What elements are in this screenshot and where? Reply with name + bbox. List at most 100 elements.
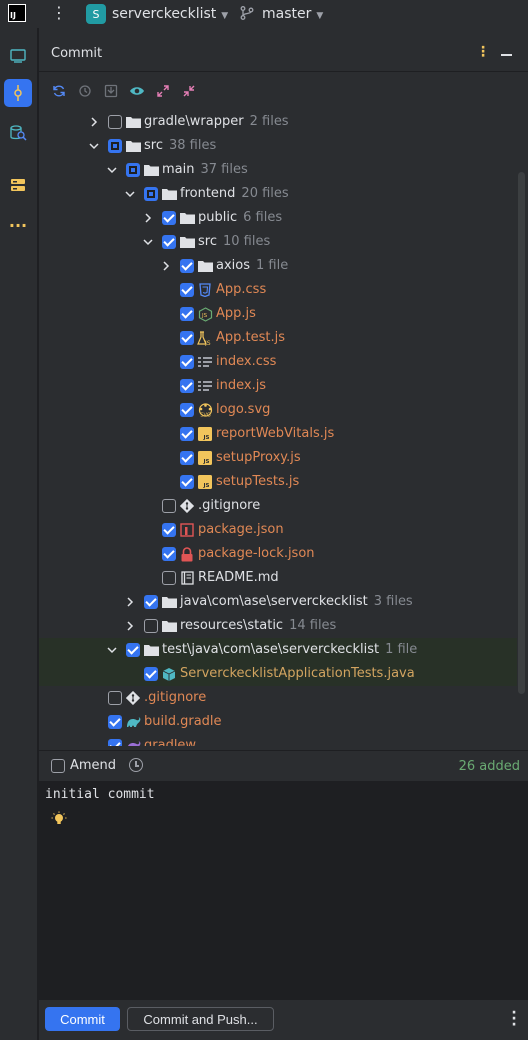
eye-icon[interactable]	[128, 82, 146, 100]
include-checkbox[interactable]	[180, 427, 194, 441]
shelve-icon[interactable]	[102, 82, 120, 100]
commit-button[interactable]: Commit	[45, 1007, 120, 1031]
branch-selector[interactable]: master ▼	[262, 6, 323, 22]
chevron-right-icon[interactable]	[142, 212, 154, 224]
amend-checkbox[interactable]	[51, 759, 65, 773]
tree-row[interactable]: test\java\com\ase\serverckecklist 1 file	[39, 638, 517, 662]
tree-row[interactable]: JS reportWebVitals.js	[39, 422, 517, 446]
tree-row[interactable]: resources\static 14 files	[39, 614, 517, 638]
include-checkbox[interactable]	[180, 259, 194, 273]
expand-all-icon[interactable]	[154, 82, 172, 100]
chevron-right-icon[interactable]	[160, 260, 172, 272]
include-checkbox[interactable]	[180, 475, 194, 489]
include-checkbox[interactable]	[144, 595, 158, 609]
refresh-icon[interactable]	[50, 82, 68, 100]
tree-row[interactable]: package.json	[39, 518, 517, 542]
chevron-down-icon[interactable]	[106, 644, 118, 656]
tree-row[interactable]: frontend 20 files	[39, 182, 517, 206]
include-checkbox[interactable]	[162, 547, 176, 561]
commit-and-push-button[interactable]: Commit and Push...	[127, 1007, 274, 1031]
include-checkbox[interactable]	[180, 451, 194, 465]
include-checkbox[interactable]	[180, 331, 194, 345]
tree-row[interactable]: JS App.js	[39, 302, 517, 326]
file-count: 1 file	[256, 258, 289, 273]
commit-icon[interactable]	[4, 79, 32, 107]
chevron-right-icon[interactable]	[124, 596, 136, 608]
tree-row[interactable]: src 38 files	[39, 134, 517, 158]
tree-row[interactable]: JS App.test.js	[39, 326, 517, 350]
app-logo-icon[interactable]: IJ	[8, 4, 26, 22]
options-icon[interactable]: ⋮	[476, 44, 490, 60]
tree-row[interactable]: JS setupTests.js	[39, 470, 517, 494]
js-file-icon: JS	[197, 450, 213, 466]
folder-icon	[179, 210, 195, 226]
file-name: App.css	[216, 282, 267, 297]
chevron-down-icon[interactable]	[142, 236, 154, 248]
chevron-right-icon[interactable]	[88, 116, 100, 128]
folder-icon	[143, 642, 159, 658]
history-clock-icon[interactable]	[129, 758, 143, 772]
tree-row[interactable]: index.css	[39, 350, 517, 374]
chevron-down-icon[interactable]	[88, 140, 100, 152]
chevron-down-icon[interactable]	[124, 188, 136, 200]
include-checkbox[interactable]	[108, 115, 122, 129]
tree-row[interactable]: java\com\ase\serverckecklist 3 files	[39, 590, 517, 614]
file-name: build.gradle	[144, 714, 222, 729]
include-checkbox[interactable]	[126, 163, 140, 177]
include-checkbox[interactable]	[108, 691, 122, 705]
tree-row[interactable]: .gitignore	[39, 494, 517, 518]
commit-message-text[interactable]: initial commit	[45, 787, 155, 802]
include-checkbox[interactable]	[162, 499, 176, 513]
tree-row[interactable]: ServerckecklistApplicationTests.java	[39, 662, 517, 686]
include-checkbox[interactable]	[144, 619, 158, 633]
tree-row[interactable]: gradlew	[39, 734, 517, 746]
collapse-all-icon[interactable]	[180, 82, 198, 100]
include-checkbox[interactable]	[162, 211, 176, 225]
include-checkbox[interactable]	[180, 307, 194, 321]
minimize-icon[interactable]	[501, 54, 512, 56]
tree-row[interactable]: .gitignore	[39, 686, 517, 710]
project-selector[interactable]: serverckecklist ▼	[112, 6, 228, 22]
more-options-icon[interactable]: · · ·	[511, 1006, 517, 1032]
include-checkbox[interactable]	[162, 523, 176, 537]
include-checkbox[interactable]	[180, 403, 194, 417]
changes-tree[interactable]: gradle\wrapper 2 files src 38 files main 37…	[39, 110, 517, 746]
tree-row[interactable]: axios 1 file	[39, 254, 517, 278]
tree-row[interactable]: JS setupProxy.js	[39, 446, 517, 470]
tree-row[interactable]: src 10 files	[39, 230, 517, 254]
project-icon[interactable]	[4, 42, 32, 70]
database-icon[interactable]	[4, 119, 32, 147]
amend-label[interactable]: Amend	[70, 758, 116, 773]
more-icon[interactable]: ···	[4, 211, 32, 239]
added-count: 26 added	[458, 759, 520, 774]
tree-row[interactable]: package-lock.json	[39, 542, 517, 566]
chevron-right-icon[interactable]	[124, 620, 136, 632]
commit-message-editor[interactable]: initial commit	[39, 781, 528, 1000]
tree-row[interactable]: App.css	[39, 278, 517, 302]
tree-scrollbar[interactable]	[518, 172, 525, 694]
include-checkbox[interactable]	[108, 139, 122, 153]
tree-row[interactable]: public 6 files	[39, 206, 517, 230]
include-checkbox[interactable]	[162, 235, 176, 249]
project-badge[interactable]: S	[86, 4, 106, 24]
include-checkbox[interactable]	[162, 571, 176, 585]
include-checkbox[interactable]	[144, 667, 158, 681]
main-menu-icon[interactable]: ⋮	[51, 4, 67, 22]
chevron-down-icon[interactable]	[106, 164, 118, 176]
rollback-icon[interactable]	[76, 82, 94, 100]
include-checkbox[interactable]	[180, 355, 194, 369]
tree-row[interactable]: SVG logo.svg	[39, 398, 517, 422]
tree-row[interactable]: gradle\wrapper 2 files	[39, 110, 517, 134]
include-checkbox[interactable]	[126, 643, 140, 657]
include-checkbox[interactable]	[108, 715, 122, 729]
tree-row[interactable]: README.md	[39, 566, 517, 590]
structure-icon[interactable]	[4, 171, 32, 199]
include-checkbox[interactable]	[180, 379, 194, 393]
tree-row[interactable]: index.js	[39, 374, 517, 398]
tree-row[interactable]: build.gradle	[39, 710, 517, 734]
include-checkbox[interactable]	[144, 187, 158, 201]
include-checkbox[interactable]	[108, 739, 122, 746]
lightbulb-icon[interactable]	[51, 811, 67, 827]
tree-row[interactable]: main 37 files	[39, 158, 517, 182]
include-checkbox[interactable]	[180, 283, 194, 297]
